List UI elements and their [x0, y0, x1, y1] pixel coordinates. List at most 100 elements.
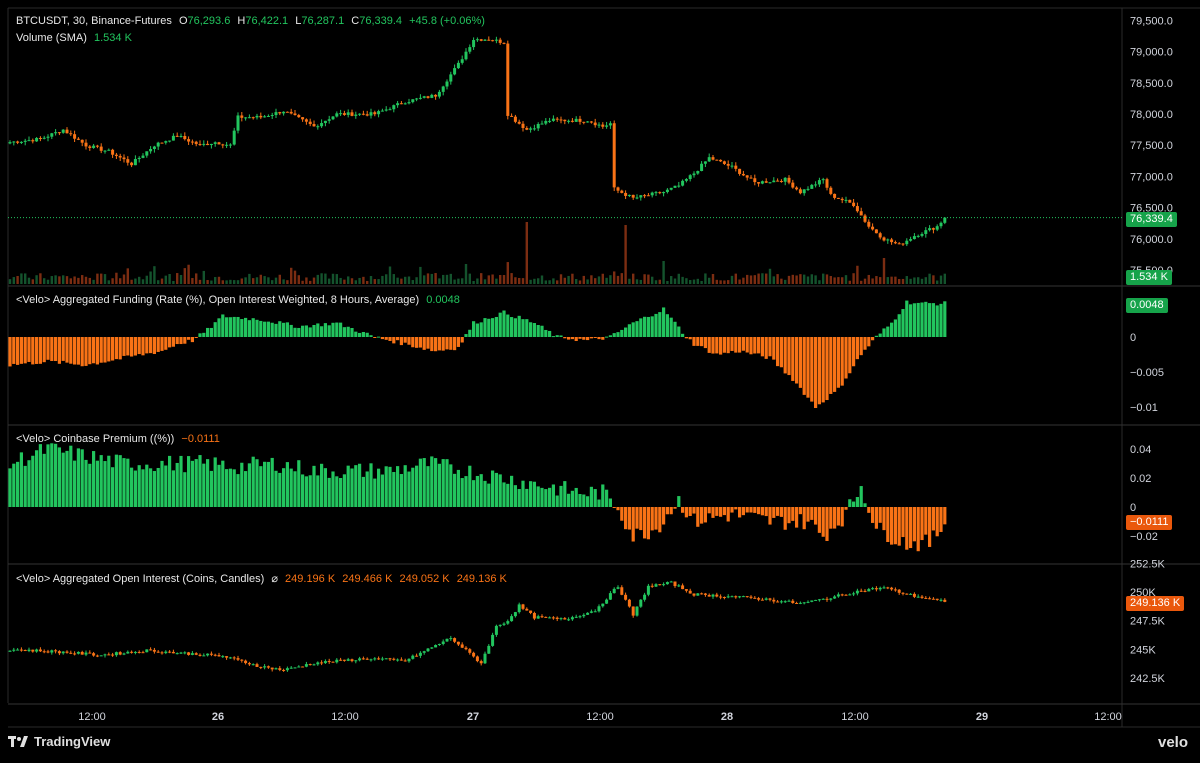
price-candle[interactable] — [548, 120, 552, 122]
premium-bar[interactable] — [384, 466, 388, 507]
oi-candle[interactable] — [99, 655, 103, 657]
oi-candle[interactable] — [673, 581, 677, 587]
funding-bar[interactable] — [42, 337, 46, 363]
funding-bar[interactable] — [612, 333, 616, 337]
oi-candle[interactable] — [422, 651, 426, 653]
funding-bar[interactable] — [567, 337, 571, 340]
oi-candle[interactable] — [608, 593, 612, 600]
premium-bar[interactable] — [525, 488, 529, 507]
oi-candle[interactable] — [384, 658, 388, 660]
premium-title[interactable]: <Velo> Coinbase Premium ((%)) — [16, 433, 174, 445]
oi-candle[interactable] — [920, 596, 924, 598]
funding-bar[interactable] — [164, 337, 168, 350]
oi-candle[interactable] — [833, 596, 837, 599]
price-candle[interactable] — [361, 113, 365, 115]
premium-bar[interactable] — [479, 474, 483, 507]
price-candle[interactable] — [601, 124, 605, 127]
oi-candle[interactable] — [320, 662, 324, 664]
premium-bar[interactable] — [316, 475, 320, 507]
funding-bar[interactable] — [654, 313, 658, 337]
funding-bar[interactable] — [764, 337, 768, 359]
funding-bar[interactable] — [669, 317, 673, 337]
oi-candle[interactable] — [61, 651, 65, 654]
funding-bar[interactable] — [833, 337, 837, 392]
price-candle[interactable] — [468, 47, 472, 52]
premium-bar[interactable] — [217, 464, 221, 507]
funding-bar[interactable] — [536, 325, 540, 337]
premium-bar[interactable] — [388, 466, 392, 507]
oi-candle[interactable] — [369, 659, 373, 661]
funding-bar[interactable] — [605, 336, 609, 338]
funding-bar[interactable] — [293, 327, 297, 337]
oi-candle[interactable] — [791, 600, 795, 603]
premium-bar[interactable] — [342, 474, 346, 507]
funding-bar[interactable] — [608, 335, 612, 337]
premium-bar[interactable] — [859, 486, 863, 507]
oi-candle[interactable] — [168, 651, 172, 653]
oi-candle[interactable] — [392, 658, 396, 660]
premium-bar[interactable] — [662, 507, 666, 525]
price-candle[interactable] — [502, 42, 506, 44]
premium-bar[interactable] — [578, 494, 582, 507]
oi-candle[interactable] — [156, 651, 160, 653]
price-candle[interactable] — [639, 195, 643, 198]
premium-bar[interactable] — [673, 507, 677, 509]
price-candle[interactable] — [852, 202, 856, 207]
oi-candle[interactable] — [798, 602, 802, 604]
funding-bar[interactable] — [179, 337, 183, 345]
price-candle[interactable] — [890, 239, 894, 243]
premium-bar[interactable] — [236, 474, 240, 507]
premium-bar[interactable] — [69, 445, 73, 507]
price-candle[interactable] — [551, 118, 555, 121]
oi-candle[interactable] — [16, 649, 20, 651]
oi-candle[interactable] — [460, 644, 464, 648]
price-candle[interactable] — [871, 226, 875, 230]
oi-candle[interactable] — [399, 659, 403, 661]
funding-bar[interactable] — [399, 337, 403, 346]
price-candle[interactable] — [863, 215, 867, 222]
oi-candle[interactable] — [658, 584, 662, 586]
funding-bar[interactable] — [586, 337, 590, 341]
oi-candle[interactable] — [411, 655, 415, 659]
funding-bar[interactable] — [388, 337, 392, 341]
oi-candle[interactable] — [753, 597, 757, 599]
oi-candle[interactable] — [293, 667, 297, 669]
premium-bar[interactable] — [358, 463, 362, 507]
premium-bar[interactable] — [715, 507, 719, 516]
premium-bar[interactable] — [270, 457, 274, 507]
price-candle[interactable] — [802, 189, 806, 194]
price-candle[interactable] — [646, 195, 650, 197]
funding-bar[interactable] — [802, 337, 806, 395]
funding-bar[interactable] — [437, 337, 441, 351]
funding-bar[interactable] — [418, 337, 422, 348]
premium-bar[interactable] — [498, 474, 502, 507]
funding-bar[interactable] — [464, 334, 468, 337]
funding-bar[interactable] — [817, 337, 821, 405]
premium-bar[interactable] — [665, 507, 669, 515]
premium-bar[interactable] — [464, 476, 468, 507]
premium-bar[interactable] — [612, 507, 616, 509]
premium-bar[interactable] — [783, 507, 787, 530]
premium-bar[interactable] — [491, 470, 495, 507]
oi-candle[interactable] — [327, 661, 331, 663]
price-candle[interactable] — [669, 187, 673, 190]
oi-candle[interactable] — [745, 596, 749, 598]
premium-bar[interactable] — [829, 507, 833, 529]
oi-candle[interactable] — [361, 658, 365, 660]
premium-bar[interactable] — [392, 472, 396, 507]
funding-bar[interactable] — [836, 337, 840, 388]
premium-bar[interactable] — [437, 463, 441, 507]
funding-bar[interactable] — [133, 337, 137, 356]
oi-candle[interactable] — [627, 599, 631, 607]
oi-candle[interactable] — [601, 603, 605, 607]
oi-candle[interactable] — [643, 594, 647, 600]
oi-candle[interactable] — [221, 656, 225, 658]
funding-bar[interactable] — [905, 300, 909, 337]
price-candle[interactable] — [715, 159, 719, 161]
oi-candle[interactable] — [426, 648, 430, 652]
funding-bar[interactable] — [692, 337, 696, 346]
premium-bar[interactable] — [145, 464, 149, 507]
premium-bar[interactable] — [935, 507, 939, 537]
premium-bar[interactable] — [114, 454, 118, 507]
price-candle[interactable] — [122, 157, 126, 160]
